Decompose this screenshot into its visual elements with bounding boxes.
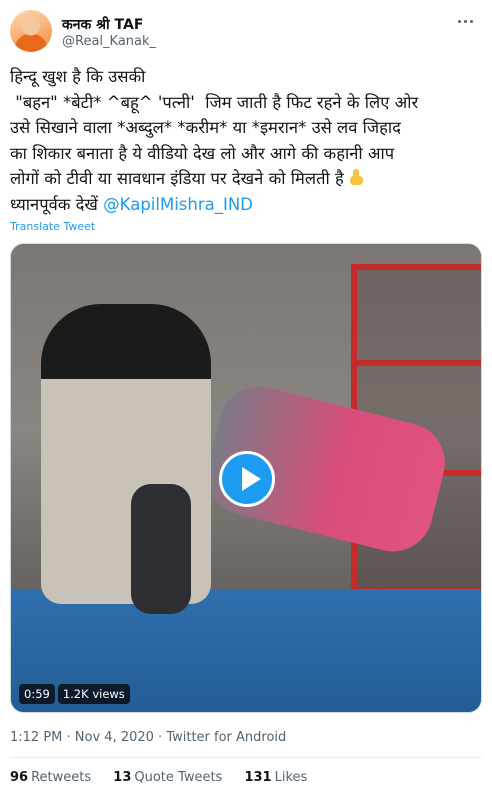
tweet-time[interactable]: 1:12 PM: [10, 730, 62, 745]
video-duration: 0:59: [19, 684, 55, 704]
author-display-name[interactable]: कनक श्री TAF: [62, 15, 143, 34]
meta-separator: ·: [62, 730, 75, 745]
author-handle[interactable]: @Real_Kanak_: [62, 34, 156, 49]
tweet-date[interactable]: Nov 4, 2020: [75, 730, 154, 745]
more-options-icon[interactable]: [454, 12, 478, 32]
likes-label: Likes: [274, 770, 308, 785]
tweet-text: हिन्दू खुश है कि उसकी "बहन" *बेटी* ^बहू^…: [10, 64, 486, 217]
retweets-stat[interactable]: 96 Retweets: [10, 770, 91, 785]
tweet-header: कनक श्री TAF @Real_Kanak_: [10, 10, 482, 54]
tweet-line: उसे सिखाने वाला *अब्दुल* *करीम* या *इमरा…: [10, 118, 401, 137]
divider: [10, 757, 482, 758]
play-icon[interactable]: [219, 451, 275, 507]
avatar[interactable]: [10, 10, 52, 52]
tweet-source[interactable]: Twitter for Android: [166, 730, 286, 745]
quote-tweets-count: 13: [113, 770, 132, 785]
quote-tweets-stat[interactable]: 13 Quote Tweets: [113, 770, 222, 785]
tweet-meta: 1:12 PM · Nov 4, 2020 · Twitter for Andr…: [10, 730, 286, 745]
tweet-line-text: लोगों को टीवी या सावधान इंडिया पर देखने …: [10, 169, 344, 188]
tweet-line: लोगों को टीवी या सावधान इंडिया पर देखने …: [10, 166, 486, 192]
video-player[interactable]: 0:59 1.2K views: [10, 243, 482, 713]
tweet-line: का शिकार बनाता है ये वीडियो देख लो और आग…: [10, 143, 395, 163]
tweet-line: हिन्दू खुश है कि उसकी: [10, 67, 146, 86]
video-badges: 0:59 1.2K views: [19, 684, 133, 704]
mention-link[interactable]: @KapilMishra_IND: [103, 195, 253, 214]
tweet-stats: 96 Retweets 13 Quote Tweets 131 Likes: [10, 770, 325, 785]
tweet-line-text: ध्यानपूर्वक देखें: [10, 194, 104, 214]
translate-tweet-link[interactable]: Translate Tweet: [10, 220, 95, 233]
tweet-line: ध्यानपूर्वक देखें @KapilMishra_IND: [10, 192, 486, 218]
retweets-count: 96: [10, 770, 29, 785]
backhand-index-pointing-down-icon: [349, 169, 365, 187]
likes-count: 131: [244, 770, 272, 785]
video-frame-figure: [131, 484, 191, 614]
meta-separator: ·: [153, 730, 167, 745]
retweets-label: Retweets: [31, 770, 92, 785]
video-views: 1.2K views: [57, 684, 130, 704]
likes-stat[interactable]: 131 Likes: [244, 770, 307, 785]
quote-tweets-label: Quote Tweets: [134, 770, 223, 785]
tweet-line: "बहन" *बेटी* ^बहू^ 'पत्नी' जिम जाती है फ…: [10, 92, 419, 112]
